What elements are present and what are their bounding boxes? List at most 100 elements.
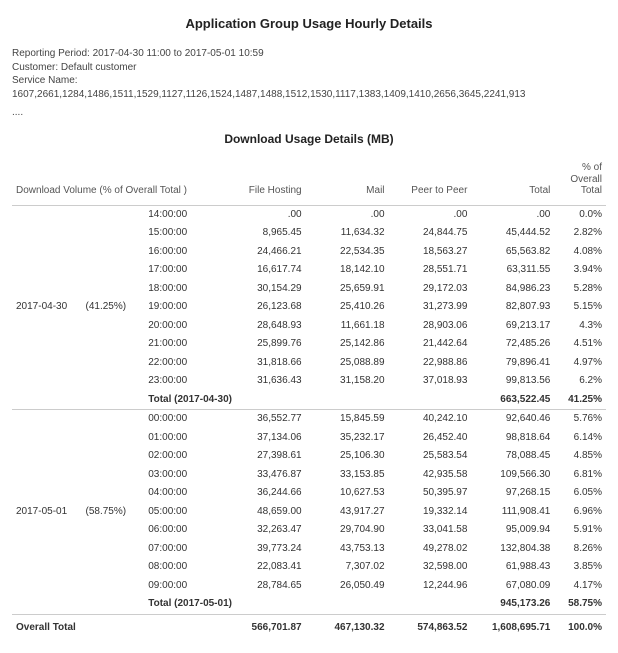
- mail-cell: 22,534.35: [306, 243, 389, 262]
- time-cell: 14:00:00: [144, 205, 222, 224]
- mail-cell: 31,158.20: [306, 372, 389, 391]
- pct-cell: 6.14%: [554, 429, 606, 448]
- table-title: Download Usage Details (MB): [12, 132, 606, 146]
- column-header-row: Download Volume (% of Overall Total ) Fi…: [12, 156, 606, 205]
- time-cell: 21:00:00: [144, 335, 222, 354]
- file-hosting-cell: 27,398.61: [223, 447, 306, 466]
- peer-to-peer-cell: 29,172.03: [389, 280, 472, 299]
- total-cell: 84,986.23: [471, 280, 554, 299]
- pct-cell: 5.28%: [554, 280, 606, 299]
- subtotal-total: 663,522.45: [471, 391, 554, 410]
- mail-cell: 25,106.30: [306, 447, 389, 466]
- group-date: 2017-04-30: [12, 205, 81, 410]
- mail-cell: 25,142.86: [306, 335, 389, 354]
- subtotal-pct: 58.75%: [554, 595, 606, 614]
- time-cell: 02:00:00: [144, 447, 222, 466]
- mail-cell: 43,753.13: [306, 540, 389, 559]
- overall-mail: 467,130.32: [306, 614, 389, 639]
- peer-to-peer-cell: 21,442.64: [389, 335, 472, 354]
- file-hosting-cell: 30,154.29: [223, 280, 306, 299]
- time-cell: 16:00:00: [144, 243, 222, 262]
- pct-cell: 4.85%: [554, 447, 606, 466]
- file-hosting-cell: .00: [223, 205, 306, 224]
- total-cell: 132,804.38: [471, 540, 554, 559]
- total-cell: 109,566.30: [471, 466, 554, 485]
- pct-cell: 6.81%: [554, 466, 606, 485]
- total-cell: 99,813.56: [471, 372, 554, 391]
- subtotal-mail: [306, 391, 389, 410]
- pct-cell: 4.51%: [554, 335, 606, 354]
- file-hosting-cell: 36,244.66: [223, 484, 306, 503]
- file-hosting-cell: 31,818.66: [223, 354, 306, 373]
- mail-cell: 25,410.26: [306, 298, 389, 317]
- time-cell: 20:00:00: [144, 317, 222, 336]
- peer-to-peer-cell: 37,018.93: [389, 372, 472, 391]
- mail-cell: 7,307.02: [306, 558, 389, 577]
- table-row: 2017-04-30(41.25%)14:00:00.00.00.00.000.…: [12, 205, 606, 224]
- pct-cell: 2.82%: [554, 224, 606, 243]
- file-hosting-cell: 8,965.45: [223, 224, 306, 243]
- time-cell: 04:00:00: [144, 484, 222, 503]
- pct-cell: 6.05%: [554, 484, 606, 503]
- mail-cell: 25,659.91: [306, 280, 389, 299]
- mail-cell: 11,634.32: [306, 224, 389, 243]
- total-cell: 98,818.64: [471, 429, 554, 448]
- overall-file-hosting: 566,701.87: [223, 614, 306, 639]
- peer-to-peer-cell: 50,395.97: [389, 484, 472, 503]
- report-metadata-truncation: ....: [12, 107, 606, 118]
- pct-cell: 5.76%: [554, 410, 606, 429]
- total-cell: 65,563.82: [471, 243, 554, 262]
- col-header-file-hosting: File Hosting: [223, 156, 306, 205]
- peer-to-peer-cell: 40,242.10: [389, 410, 472, 429]
- file-hosting-cell: 31,636.43: [223, 372, 306, 391]
- total-cell: 63,311.55: [471, 261, 554, 280]
- pct-cell: 3.85%: [554, 558, 606, 577]
- pct-cell: 4.17%: [554, 577, 606, 596]
- file-hosting-cell: 24,466.21: [223, 243, 306, 262]
- pct-cell: 0.0%: [554, 205, 606, 224]
- subtotal-label: Total (2017-05-01): [144, 595, 222, 614]
- table-row: 2017-05-01(58.75%)00:00:0036,552.7715,84…: [12, 410, 606, 429]
- col-header-mail: Mail: [306, 156, 389, 205]
- total-cell: 67,080.09: [471, 577, 554, 596]
- peer-to-peer-cell: 49,278.02: [389, 540, 472, 559]
- peer-to-peer-cell: 28,903.06: [389, 317, 472, 336]
- pct-cell: 4.97%: [554, 354, 606, 373]
- file-hosting-cell: 37,134.06: [223, 429, 306, 448]
- file-hosting-cell: 25,899.76: [223, 335, 306, 354]
- file-hosting-cell: 26,123.68: [223, 298, 306, 317]
- peer-to-peer-cell: 33,041.58: [389, 521, 472, 540]
- usage-table: Download Volume (% of Overall Total ) Fi…: [12, 156, 606, 639]
- subtotal-peer-to-peer: [389, 595, 472, 614]
- total-cell: 69,213.17: [471, 317, 554, 336]
- peer-to-peer-cell: 31,273.99: [389, 298, 472, 317]
- time-cell: 15:00:00: [144, 224, 222, 243]
- subtotal-file-hosting: [223, 595, 306, 614]
- total-cell: 97,268.15: [471, 484, 554, 503]
- mail-cell: 15,845.59: [306, 410, 389, 429]
- mail-cell: 11,661.18: [306, 317, 389, 336]
- peer-to-peer-cell: 42,935.58: [389, 466, 472, 485]
- mail-cell: 33,153.85: [306, 466, 389, 485]
- peer-to-peer-cell: 26,452.40: [389, 429, 472, 448]
- time-cell: 19:00:00: [144, 298, 222, 317]
- pct-cell: 4.08%: [554, 243, 606, 262]
- peer-to-peer-cell: 22,988.86: [389, 354, 472, 373]
- file-hosting-cell: 16,617.74: [223, 261, 306, 280]
- overall-peer-to-peer: 574,863.52: [389, 614, 472, 639]
- col-header-total: Total: [471, 156, 554, 205]
- total-cell: 45,444.52: [471, 224, 554, 243]
- time-cell: 18:00:00: [144, 280, 222, 299]
- mail-cell: 29,704.90: [306, 521, 389, 540]
- mail-cell: 10,627.53: [306, 484, 389, 503]
- peer-to-peer-cell: 19,332.14: [389, 503, 472, 522]
- file-hosting-cell: 48,659.00: [223, 503, 306, 522]
- total-cell: 95,009.94: [471, 521, 554, 540]
- time-cell: 23:00:00: [144, 372, 222, 391]
- time-cell: 03:00:00: [144, 466, 222, 485]
- file-hosting-cell: 39,773.24: [223, 540, 306, 559]
- col-header-peer-to-peer: Peer to Peer: [389, 156, 472, 205]
- time-cell: 01:00:00: [144, 429, 222, 448]
- col-header-download-volume: Download Volume (% of Overall Total ): [12, 156, 223, 205]
- page-title: Application Group Usage Hourly Details: [12, 16, 606, 31]
